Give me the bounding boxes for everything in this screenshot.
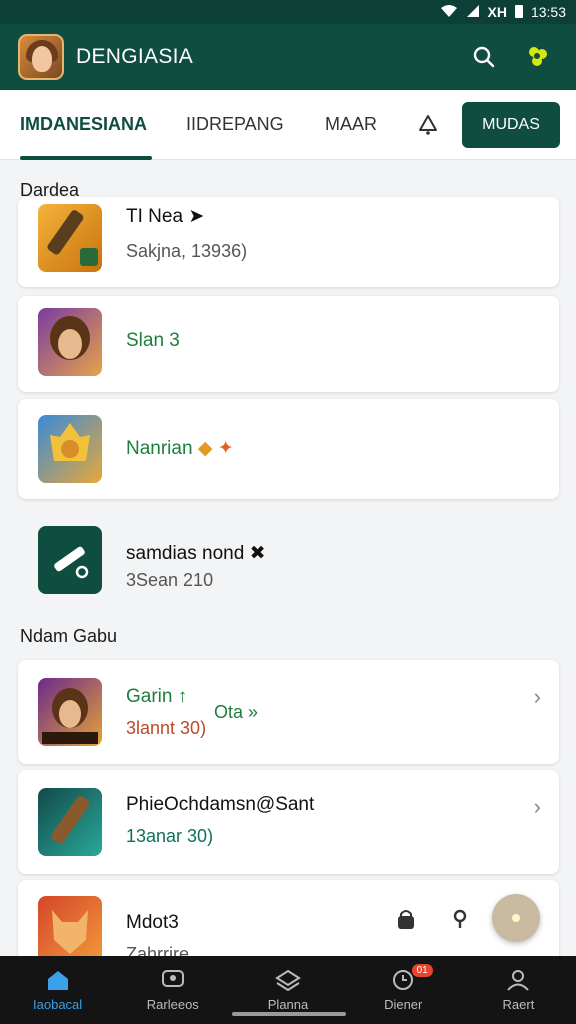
chevron-right-icon: › bbox=[533, 794, 541, 819]
person-icon bbox=[505, 969, 531, 991]
item-title: Mdot3 bbox=[126, 912, 179, 933]
item-title: samdias nond ✖ bbox=[126, 543, 266, 564]
app-logo bbox=[18, 34, 64, 80]
section-title: Ndam Gabu bbox=[20, 626, 118, 646]
nav-label: Raert bbox=[502, 996, 535, 1012]
item-subtitle: 13anar 30) bbox=[126, 826, 214, 846]
clock: 13:53 bbox=[530, 4, 566, 20]
home-indicator[interactable] bbox=[232, 1012, 346, 1016]
chevron-right-icon: › bbox=[533, 684, 541, 709]
chat-icon bbox=[160, 969, 186, 991]
home-icon bbox=[45, 969, 71, 991]
swords-icon: ✖ bbox=[249, 543, 266, 564]
item-title: Garin ↑ bbox=[126, 686, 188, 707]
game-thumbnail bbox=[38, 308, 102, 376]
list-item[interactable]: samdias nond ✖ 3Sean 210 bbox=[18, 510, 559, 610]
status-bar: XH 13:53 bbox=[0, 0, 576, 24]
nav-label: Planna bbox=[267, 996, 309, 1012]
nav-label: Iaobacal bbox=[33, 996, 83, 1012]
tool-icon bbox=[38, 526, 102, 594]
item-title: Slan 3 bbox=[126, 330, 180, 351]
list-item[interactable]: PhieOchdamsn@Sant 13anar 30) › bbox=[18, 770, 559, 874]
nav-item-4[interactable]: 01 Diener bbox=[346, 956, 461, 1024]
item-subtitle: 3lannt 30) bbox=[126, 718, 207, 738]
game-thumbnail bbox=[38, 678, 102, 746]
bell-icon bbox=[419, 114, 437, 135]
game-thumbnail bbox=[38, 896, 102, 964]
tab-bar: IMDANESIANA IIDREPANG MAAR MUDAS bbox=[0, 90, 576, 160]
item-title: Nanrian ◆ ✦ bbox=[126, 438, 234, 459]
nav-profile[interactable]: Raert bbox=[461, 956, 576, 1024]
search-icon bbox=[473, 46, 495, 68]
nav-label: Diener bbox=[384, 996, 423, 1012]
menu-button[interactable] bbox=[518, 37, 558, 77]
pin-icon: ➤ bbox=[188, 206, 205, 227]
item-subtitle: 3Sean 210 bbox=[126, 570, 214, 590]
layers-icon bbox=[275, 969, 301, 991]
game-thumbnail bbox=[38, 415, 102, 483]
nav-label: Rarleeos bbox=[146, 996, 199, 1012]
arrow-up-icon: ↑ bbox=[177, 686, 188, 707]
item-title: TI Nea ➤ bbox=[126, 206, 205, 227]
list-item[interactable]: Nanrian ◆ ✦ bbox=[18, 399, 559, 499]
flower-icon bbox=[529, 47, 547, 66]
search-button[interactable] bbox=[464, 37, 504, 77]
battery-icon bbox=[514, 4, 523, 21]
nav-item-2[interactable]: Rarleeos bbox=[115, 956, 230, 1024]
diamond-icon: ◆ bbox=[197, 438, 213, 459]
list-item[interactable]: Garin ↑ Ota » 3lannt 30) › bbox=[18, 660, 559, 764]
list-item[interactable]: Slan 3 bbox=[18, 296, 559, 392]
tab-action-button[interactable]: MUDAS bbox=[462, 102, 560, 148]
lock-icon[interactable] bbox=[396, 908, 416, 935]
notification-badge: 01 bbox=[411, 964, 433, 977]
dot-icon bbox=[512, 914, 520, 922]
list-item[interactable]: TI Nea ➤ Sakjna, 13936) bbox=[18, 197, 559, 287]
item-extra: Ota » bbox=[214, 702, 259, 722]
game-thumbnail bbox=[38, 788, 102, 856]
game-thumbnail bbox=[38, 204, 102, 272]
wifi-icon bbox=[440, 4, 458, 21]
floating-action-button[interactable] bbox=[492, 894, 540, 942]
tab-2[interactable]: IIDREPANG bbox=[186, 90, 284, 160]
location-icon[interactable] bbox=[450, 908, 470, 935]
item-title: PhieOchdamsn@Sant bbox=[126, 794, 315, 815]
nav-home[interactable]: Iaobacal bbox=[0, 956, 115, 1024]
network-label: XH bbox=[487, 4, 507, 20]
app-bar: DENGIASIA bbox=[0, 24, 576, 90]
item-subtitle: Sakjna, 13936) bbox=[126, 241, 248, 261]
tab-1[interactable]: IMDANESIANA bbox=[20, 90, 152, 160]
notification-tab[interactable] bbox=[416, 90, 440, 160]
tab-3[interactable]: MAAR bbox=[325, 90, 377, 160]
app-title: DENGIASIA bbox=[76, 45, 194, 68]
arrows-icon: » bbox=[248, 702, 259, 722]
signal-icon bbox=[466, 4, 480, 21]
star-icon: ✦ bbox=[217, 438, 234, 459]
